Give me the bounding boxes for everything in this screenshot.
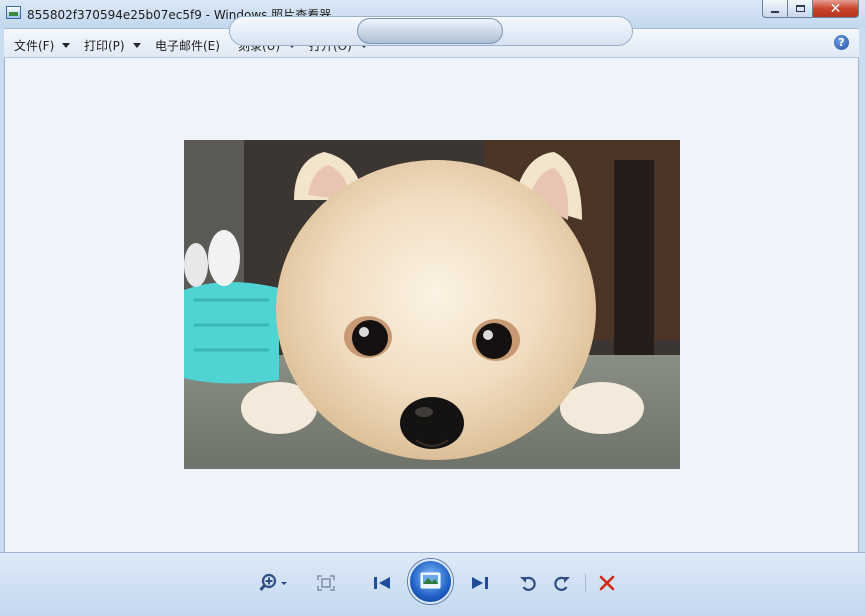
close-button[interactable]: ✕ [813,0,859,18]
minimize-button[interactable] [762,0,788,18]
minimize-icon [771,10,779,13]
close-icon: ✕ [829,0,842,17]
slideshow-icon [420,572,441,589]
previous-icon [374,577,390,589]
caption-buttons: ✕ [762,0,859,19]
menu-email[interactable]: 电子邮件(E) [155,37,220,54]
rotate-right-icon [554,576,570,591]
rotate-left-button[interactable] [517,573,539,593]
delete-icon [599,575,615,591]
menu-file-label: 文件(F) [14,39,55,53]
rotate-right-button[interactable] [551,573,573,593]
menu-print[interactable]: 打印(P) [84,37,141,54]
chevron-down-icon [132,43,141,48]
menu-print-label: 打印(P) [84,39,125,53]
maximize-button[interactable] [788,0,813,18]
next-button[interactable] [468,574,492,592]
help-icon[interactable]: ? [834,35,849,50]
zoom-icon [259,573,287,591]
image-viewport [4,58,859,552]
navigation-group [357,18,503,44]
displayed-photo [184,140,680,469]
rotate-left-icon [520,576,536,591]
delete-button[interactable] [596,573,618,593]
maximize-icon [795,5,805,12]
previous-button[interactable] [370,574,394,592]
chevron-down-icon [62,43,71,48]
zoom-button[interactable] [258,573,290,593]
actual-size-button[interactable] [316,574,336,592]
actual-size-icon [317,575,335,591]
slideshow-button[interactable] [408,559,453,604]
menu-email-label: 电子邮件(E) [155,39,220,53]
toolbar-separator [585,574,586,592]
menu-file[interactable]: 文件(F) [14,37,71,54]
photo-viewer-app-icon[interactable] [6,6,21,19]
next-icon [472,577,488,589]
